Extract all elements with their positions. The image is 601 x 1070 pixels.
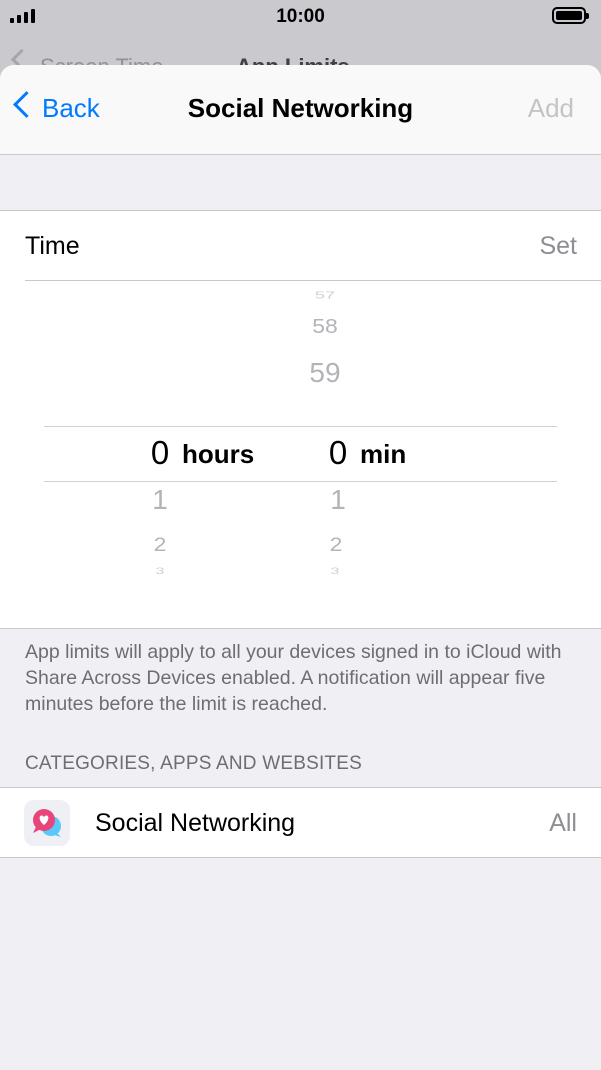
hours-option[interactable]: 2: [130, 533, 190, 556]
hours-option[interactable]: 3: [130, 567, 190, 577]
minutes-option[interactable]: 58: [295, 315, 355, 339]
minutes-selected-value: 0: [328, 434, 348, 471]
app-limits-footnote: App limits will apply to all your device…: [25, 641, 562, 715]
hours-option[interactable]: 1: [130, 484, 190, 516]
minutes-option[interactable]: 1: [308, 484, 368, 516]
minutes-option[interactable]: 2: [306, 533, 366, 556]
status-bar: 10:00: [0, 0, 601, 34]
picker-selection-bottom-line: [44, 481, 557, 482]
page-title: Social Networking: [187, 93, 414, 123]
social-networking-icon: [24, 800, 70, 846]
section-header: CATEGORIES, APPS AND WEBSITES: [25, 753, 362, 774]
picker-selection-top-line: [44, 426, 557, 427]
minutes-option[interactable]: 57: [295, 290, 355, 302]
minutes-option[interactable]: 3: [305, 567, 365, 577]
time-section: Time Set 0 hours 1 2 3 57 58 59 0 min 1 …: [0, 210, 601, 629]
modal-sheet: Back Social Networking Add Time Set 0 ho…: [0, 65, 601, 1070]
minutes-option[interactable]: 59: [295, 357, 355, 389]
add-button[interactable]: Add: [528, 93, 574, 124]
battery-icon: [552, 7, 589, 24]
category-label: Social Networking: [95, 809, 296, 837]
category-row-social-networking[interactable]: Social Networking All: [0, 787, 601, 858]
hours-unit-label: hours: [182, 439, 255, 469]
nav-bar: Back Social Networking Add: [0, 65, 601, 155]
minutes-unit-label: min: [360, 439, 407, 469]
time-label: Time: [25, 232, 80, 260]
time-picker[interactable]: 0 hours 1 2 3 57 58 59 0 min 1 2 3: [0, 281, 601, 628]
category-value: All: [549, 809, 577, 837]
time-value: Set: [539, 232, 577, 260]
time-row[interactable]: Time Set: [0, 211, 601, 280]
hours-selected-value: 0: [150, 434, 170, 471]
status-time: 10:00: [276, 6, 325, 27]
